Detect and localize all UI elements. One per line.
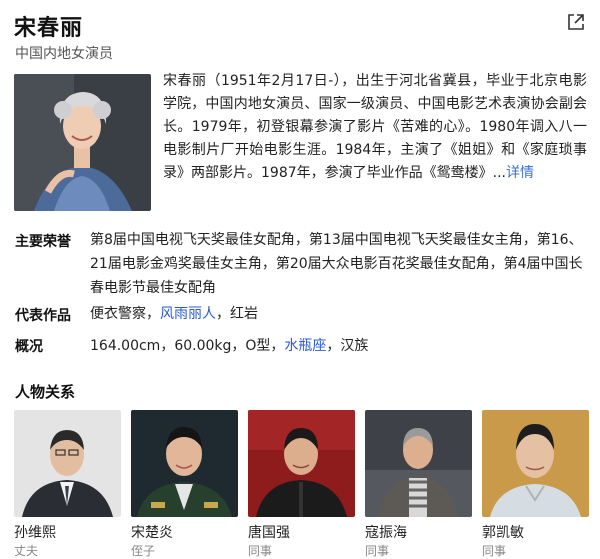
relation-name[interactable]: 唐国强 bbox=[248, 522, 290, 542]
person-occupation: 中国内地女演员 bbox=[15, 46, 113, 62]
relations-title: 人物关系 bbox=[15, 383, 76, 401]
relation-name[interactable]: 孙维熙 bbox=[14, 522, 56, 542]
relation-name[interactable]: 寇振海 bbox=[365, 522, 407, 542]
relation-type: 侄子 bbox=[131, 544, 156, 558]
relation-name[interactable]: 郭凯敏 bbox=[482, 522, 524, 542]
person-name: 宋春丽 bbox=[14, 16, 84, 41]
works-label: 代表作品 bbox=[15, 308, 71, 324]
more-link[interactable]: 详情 bbox=[506, 165, 534, 181]
relation-type: 同事 bbox=[482, 544, 507, 558]
relation-card[interactable]: 宋楚炎 侄子 bbox=[131, 410, 238, 558]
work-link-fengyu-liren[interactable]: 风雨丽人 bbox=[160, 306, 216, 322]
relation-photo[interactable] bbox=[248, 410, 355, 517]
profile-text: 164.00cm，60.00kg，O型，水瓶座，汉族 bbox=[90, 334, 588, 358]
intro-paragraph: 宋春丽（1951年2月17日-），出生于河北省冀县，毕业于北京电影学院，中国内地… bbox=[163, 70, 587, 185]
work-item: 便衣警察 bbox=[90, 306, 146, 322]
works-separator: ， bbox=[146, 306, 160, 322]
honors-text: 第8届中国电视飞天奖最佳女配角，第13届中国电视飞天奖最佳女主角，第16、21届… bbox=[90, 232, 583, 296]
relation-card[interactable]: 孙维熙 丈夫 bbox=[14, 410, 121, 558]
works-list: 便衣警察，风雨丽人，红岩 bbox=[90, 302, 588, 326]
relation-name[interactable]: 宋楚炎 bbox=[131, 522, 173, 542]
share-external-icon[interactable] bbox=[566, 12, 586, 32]
work-item: 红岩 bbox=[230, 306, 258, 322]
profile-ethnicity: ，汉族 bbox=[326, 338, 369, 354]
relation-photo[interactable] bbox=[131, 410, 238, 517]
zodiac-link[interactable]: 水瓶座 bbox=[284, 338, 326, 354]
honors-label: 主要荣誉 bbox=[15, 234, 71, 250]
person-portrait[interactable] bbox=[14, 74, 151, 211]
profile-stats: 164.00cm，60.00kg，O型， bbox=[90, 338, 285, 354]
works-separator: ， bbox=[216, 306, 230, 322]
relation-photo[interactable] bbox=[365, 410, 472, 517]
relation-type: 同事 bbox=[365, 544, 390, 558]
relation-photo[interactable] bbox=[482, 410, 589, 517]
relation-card[interactable]: 唐国强 同事 bbox=[248, 410, 355, 558]
relation-type: 丈夫 bbox=[14, 544, 39, 558]
relation-type: 同事 bbox=[248, 544, 273, 558]
relation-photo[interactable] bbox=[14, 410, 121, 517]
baike-card: 宋春丽 中国内地女演员 宋春丽（1951年2月17日-），出生于河北省冀县，毕业… bbox=[0, 0, 600, 558]
relation-card[interactable]: 郭凯敏 同事 bbox=[482, 410, 589, 558]
profile-label: 概况 bbox=[15, 339, 43, 355]
relation-card[interactable]: 寇振海 同事 bbox=[365, 410, 472, 558]
